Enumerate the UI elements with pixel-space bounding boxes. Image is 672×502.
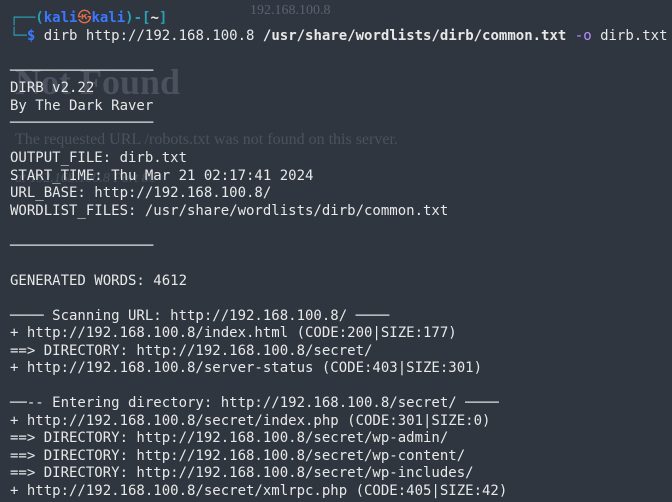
dirb-hit-4: + http://192.168.100.8/secret/xmlrpc.php… bbox=[10, 483, 662, 501]
prompt-host: kali bbox=[91, 10, 125, 26]
dirb-dir-4: ==> DIRECTORY: http://192.168.100.8/secr… bbox=[10, 465, 662, 483]
prompt-corner2-icon: └─ bbox=[10, 28, 27, 44]
dirb-hit-3: + http://192.168.100.8/secret/index.php … bbox=[10, 413, 662, 431]
dirb-hit-2: + http://192.168.100.8/server-status (CO… bbox=[10, 360, 662, 378]
empty-line bbox=[10, 255, 662, 273]
dirb-dir-2: ==> DIRECTORY: http://192.168.100.8/secr… bbox=[10, 430, 662, 448]
dirb-hr-mid: ───────────────── bbox=[10, 115, 662, 133]
app-window: 192.168.100.8 Not Found The requested UR… bbox=[0, 0, 672, 502]
cmd-arg-outfile: dirb.txt bbox=[600, 28, 667, 44]
empty-line bbox=[10, 290, 662, 308]
dirb-version: DIRB v2.22 bbox=[10, 80, 662, 98]
cmd-arg-wordlist: /usr/share/wordlists/dirb/common.txt bbox=[263, 28, 566, 44]
prompt-line-2: └─$ dirb http://192.168.100.8 /usr/share… bbox=[10, 28, 662, 46]
dirb-output-file: OUTPUT_FILE: dirb.txt bbox=[10, 150, 662, 168]
cmd-flag-o: -o bbox=[575, 28, 592, 44]
empty-line bbox=[10, 220, 662, 238]
dirb-dir-1: ==> DIRECTORY: http://192.168.100.8/secr… bbox=[10, 343, 662, 361]
dirb-hr-top: ───────────────── bbox=[10, 63, 662, 81]
prompt-cwd: ~ bbox=[150, 10, 158, 26]
prompt-dollar: $ bbox=[27, 28, 35, 44]
empty-line bbox=[10, 45, 662, 63]
empty-line bbox=[10, 378, 662, 396]
dirb-hr-bottom: ───────────────── bbox=[10, 238, 662, 256]
prompt-user: kali bbox=[44, 10, 78, 26]
dirb-dir-3: ==> DIRECTORY: http://192.168.100.8/secr… bbox=[10, 448, 662, 466]
empty-line bbox=[10, 133, 662, 151]
dirb-generated-words: GENERATED WORDS: 4612 bbox=[10, 273, 662, 291]
dirb-hit-1: + http://192.168.100.8/index.html (CODE:… bbox=[10, 325, 662, 343]
dirb-byline: By The Dark Raver bbox=[10, 98, 662, 116]
dirb-url-base: URL_BASE: http://192.168.100.8/ bbox=[10, 185, 662, 203]
dirb-start-time: START_TIME: Thu Mar 21 02:17:41 2024 bbox=[10, 168, 662, 186]
prompt-at-icon: ㉿ bbox=[77, 10, 91, 26]
cmd-arg-url: http://192.168.100.8 bbox=[86, 28, 255, 44]
cmd-dirb: dirb bbox=[44, 28, 78, 44]
prompt-corner-icon: ┌── bbox=[10, 10, 35, 26]
terminal[interactable]: ┌──(kali㉿kali)-[~] └─$ dirb http://192.1… bbox=[0, 0, 672, 502]
dirb-entering-dir: ──-- Entering directory: http://192.168.… bbox=[10, 395, 662, 413]
dirb-scanning-url: ──── Scanning URL: http://192.168.100.8/… bbox=[10, 308, 662, 326]
prompt-line-1: ┌──(kali㉿kali)-[~] bbox=[10, 10, 662, 28]
dirb-wordlist-files: WORDLIST_FILES: /usr/share/wordlists/dir… bbox=[10, 203, 662, 221]
